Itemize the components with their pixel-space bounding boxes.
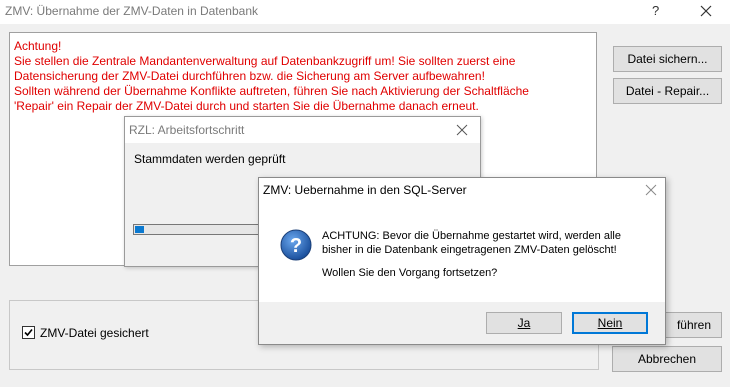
title-bar: ZMV: Übernahme der ZMV-Daten in Datenban…: [0, 0, 730, 24]
yes-button-label: Ja: [517, 316, 531, 330]
confirm-dialog-titlebar: ZMV: Uebernahme in den SQL-Server: [259, 178, 665, 202]
main-window: ZMV: Übernahme der ZMV-Daten in Datenban…: [0, 0, 730, 387]
confirm-dialog-body: ? ACHTUNG: Bevor die Übernahme gestartet…: [259, 202, 665, 302]
backup-checkbox-label[interactable]: ZMV-Datei gesichert: [40, 326, 149, 340]
no-button-label: Nein: [597, 316, 623, 330]
confirm-question: Wollen Sie den Vorgang fortsetzen?: [322, 267, 498, 279]
repair-file-button[interactable]: Datei - Repair...: [613, 78, 722, 104]
confirm-message-line: ACHTUNG: Bevor die Übernahme gestartet w…: [322, 230, 621, 242]
confirm-message-line: bisher in die Datenbank eingetragenen ZM…: [322, 244, 617, 256]
close-icon[interactable]: [455, 123, 469, 137]
confirm-dialog-footer: Ja Nein: [259, 302, 665, 344]
no-button[interactable]: Nein: [572, 312, 648, 334]
cancel-button[interactable]: Abbrechen: [612, 346, 722, 372]
backup-checkbox[interactable]: [22, 326, 35, 339]
progress-dialog-title: RZL: Arbeitsfortschritt: [129, 123, 245, 137]
warning-line: Datensicherung der ZMV-Datei durchführen…: [14, 69, 485, 83]
warning-line: Achtung!: [14, 39, 62, 53]
checkmark-icon: [24, 328, 33, 337]
warning-line: 'Repair' ein Repair der ZMV-Datei durch …: [14, 99, 479, 113]
question-icon: ?: [280, 229, 312, 261]
svg-text:?: ?: [290, 235, 302, 257]
progress-bar-fill: [135, 226, 144, 233]
confirm-dialog-title: ZMV: Uebernahme in den SQL-Server: [263, 183, 467, 197]
progress-status: Stammdaten werden geprüft: [134, 152, 286, 166]
close-icon[interactable]: [645, 184, 657, 196]
confirm-dialog: ZMV: Uebernahme in den SQL-Server ? ACHT…: [258, 177, 666, 345]
warning-line: Sollten während der Übernahme Konflikte …: [14, 84, 529, 98]
close-icon[interactable]: [697, 2, 715, 20]
warning-line: Sie stellen die Zentrale Mandantenverwal…: [14, 54, 516, 68]
progress-dialog-titlebar: RZL: Arbeitsfortschritt: [125, 117, 480, 143]
help-button[interactable]: ?: [652, 3, 659, 18]
save-file-button[interactable]: Datei sichern...: [613, 46, 722, 72]
yes-button[interactable]: Ja: [486, 312, 562, 334]
window-title: ZMV: Übernahme der ZMV-Daten in Datenban…: [5, 4, 259, 18]
